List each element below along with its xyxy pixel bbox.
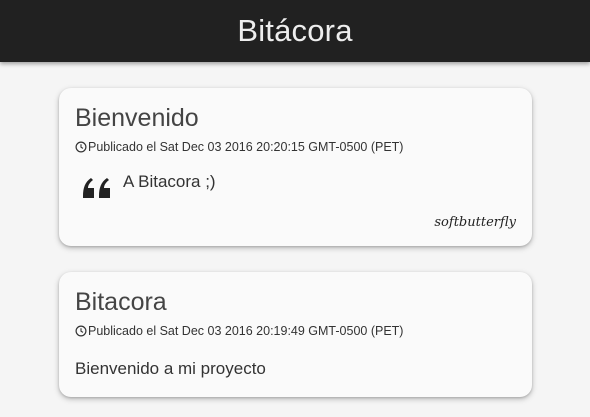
blockquote: A Bitacora ;) (75, 172, 516, 220)
post-card[interactable]: Bitacora Publicado el Sat Dec 03 2016 20… (59, 272, 532, 397)
clock-icon (75, 141, 87, 153)
app-title: Bitácora (237, 12, 353, 48)
post-date: Publicado el Sat Dec 03 2016 20:20:15 GM… (88, 140, 404, 154)
post-meta: Publicado el Sat Dec 03 2016 20:19:49 GM… (75, 324, 516, 338)
quote-text: A Bitacora ;) (123, 172, 216, 191)
post-meta: Publicado el Sat Dec 03 2016 20:20:15 GM… (75, 140, 516, 154)
quote-icon (83, 178, 110, 198)
app-header: Bitácora (0, 0, 590, 62)
post-title[interactable]: Bitacora (75, 272, 516, 315)
post-date: Publicado el Sat Dec 03 2016 20:19:49 GM… (88, 324, 404, 338)
clock-icon (75, 325, 87, 337)
post-body: Bienvenido a mi proyecto (75, 359, 266, 378)
post-title[interactable]: Bienvenido (75, 88, 516, 131)
post-card[interactable]: Bienvenido Publicado el Sat Dec 03 2016 … (59, 88, 532, 246)
quote-author: softbutterfly (434, 215, 516, 230)
